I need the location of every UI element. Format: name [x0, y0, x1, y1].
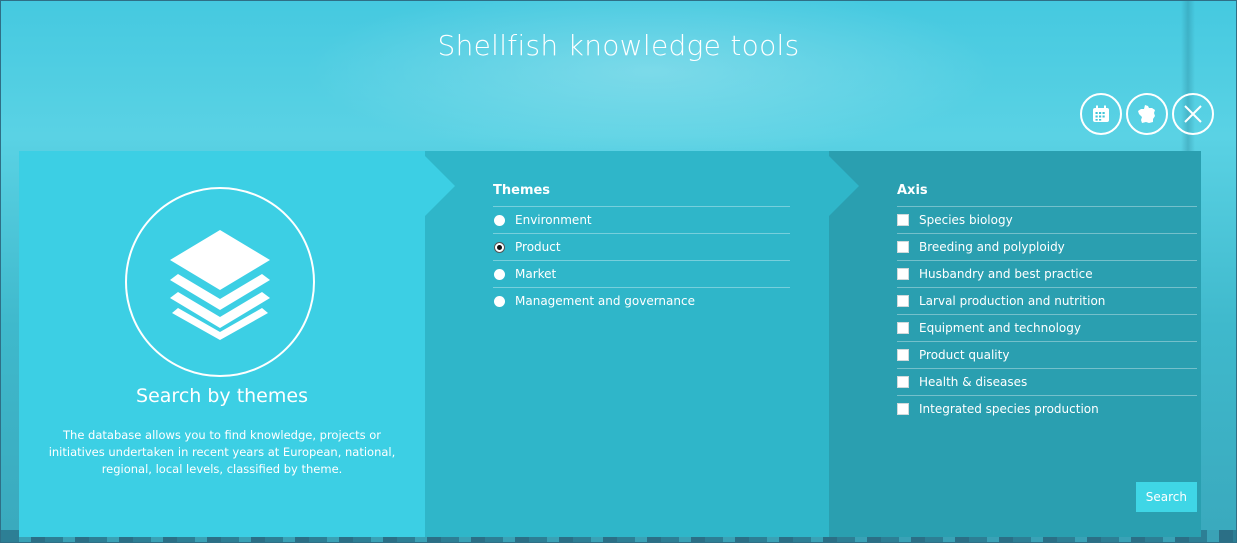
layers-badge	[125, 187, 315, 377]
option-label: Health & diseases	[919, 375, 1028, 389]
axis-option-larval-production[interactable]: Larval production and nutrition	[897, 288, 1197, 315]
axis-option-health[interactable]: Health & diseases	[897, 369, 1197, 396]
option-label: Environment	[515, 213, 592, 227]
option-label: Husbandry and best practice	[919, 267, 1093, 281]
top-toolbar	[1080, 93, 1214, 135]
radio-button[interactable]	[494, 214, 505, 226]
themes-group: Themes Environment Product Market Manage…	[493, 183, 790, 314]
theme-option-environment[interactable]: Environment	[493, 207, 790, 234]
checkbox[interactable]	[897, 241, 909, 253]
axis-title: Axis	[897, 183, 1197, 207]
axis-option-integrated-production[interactable]: Integrated species production	[897, 396, 1197, 422]
theme-option-market[interactable]: Market	[493, 261, 790, 288]
axis-panel: Axis Species biology Breeding and polypl…	[829, 151, 1201, 537]
close-button[interactable]	[1172, 93, 1214, 135]
calendar-button[interactable]	[1080, 93, 1122, 135]
checkbox[interactable]	[897, 214, 909, 226]
option-label: Breeding and polyploidy	[919, 240, 1065, 254]
layers-icon	[170, 230, 270, 340]
background-haze	[301, 1, 1001, 161]
radio-button[interactable]	[494, 268, 505, 280]
calendar-icon	[1093, 105, 1109, 122]
checkbox[interactable]	[897, 295, 909, 307]
radio-button-selected[interactable]	[494, 241, 505, 253]
checkbox[interactable]	[897, 349, 909, 361]
themes-title: Themes	[493, 183, 790, 207]
theme-option-product[interactable]: Product	[493, 234, 790, 261]
option-label: Market	[515, 267, 557, 281]
background: Shellfish knowledge tools Search by them…	[0, 0, 1237, 543]
axis-option-husbandry[interactable]: Husbandry and best practice	[897, 261, 1197, 288]
background-pole	[1181, 1, 1195, 161]
axis-option-species-biology[interactable]: Species biology	[897, 207, 1197, 234]
axis-group: Axis Species biology Breeding and polypl…	[897, 183, 1197, 422]
page-title: Shellfish knowledge tools	[437, 29, 800, 62]
checkbox[interactable]	[897, 268, 909, 280]
axis-option-product-quality[interactable]: Product quality	[897, 342, 1197, 369]
panel-arrow	[829, 156, 859, 216]
france-map-icon	[1138, 105, 1155, 123]
option-label: Product quality	[919, 348, 1010, 362]
map-button[interactable]	[1126, 93, 1168, 135]
themes-panel: Themes Environment Product Market Manage…	[425, 151, 829, 537]
option-label: Integrated species production	[919, 402, 1099, 416]
option-label: Species biology	[919, 213, 1013, 227]
checkbox[interactable]	[897, 322, 909, 334]
option-label: Product	[515, 240, 561, 254]
search-by-themes-panel: Search by themes The database allows you…	[19, 151, 425, 537]
theme-option-management[interactable]: Management and governance	[493, 288, 790, 314]
panel-title: Search by themes	[136, 385, 308, 407]
checkbox[interactable]	[897, 376, 909, 388]
close-icon	[1184, 105, 1202, 123]
panel-arrow	[425, 156, 455, 216]
axis-option-equipment[interactable]: Equipment and technology	[897, 315, 1197, 342]
axis-option-breeding[interactable]: Breeding and polyploidy	[897, 234, 1197, 261]
option-label: Management and governance	[515, 294, 695, 308]
option-label: Equipment and technology	[919, 321, 1081, 335]
checkbox[interactable]	[897, 403, 909, 415]
search-button[interactable]: Search	[1135, 482, 1197, 512]
option-label: Larval production and nutrition	[919, 294, 1106, 308]
panel-description: The database allows you to find knowledg…	[48, 428, 396, 476]
radio-button[interactable]	[494, 295, 505, 307]
